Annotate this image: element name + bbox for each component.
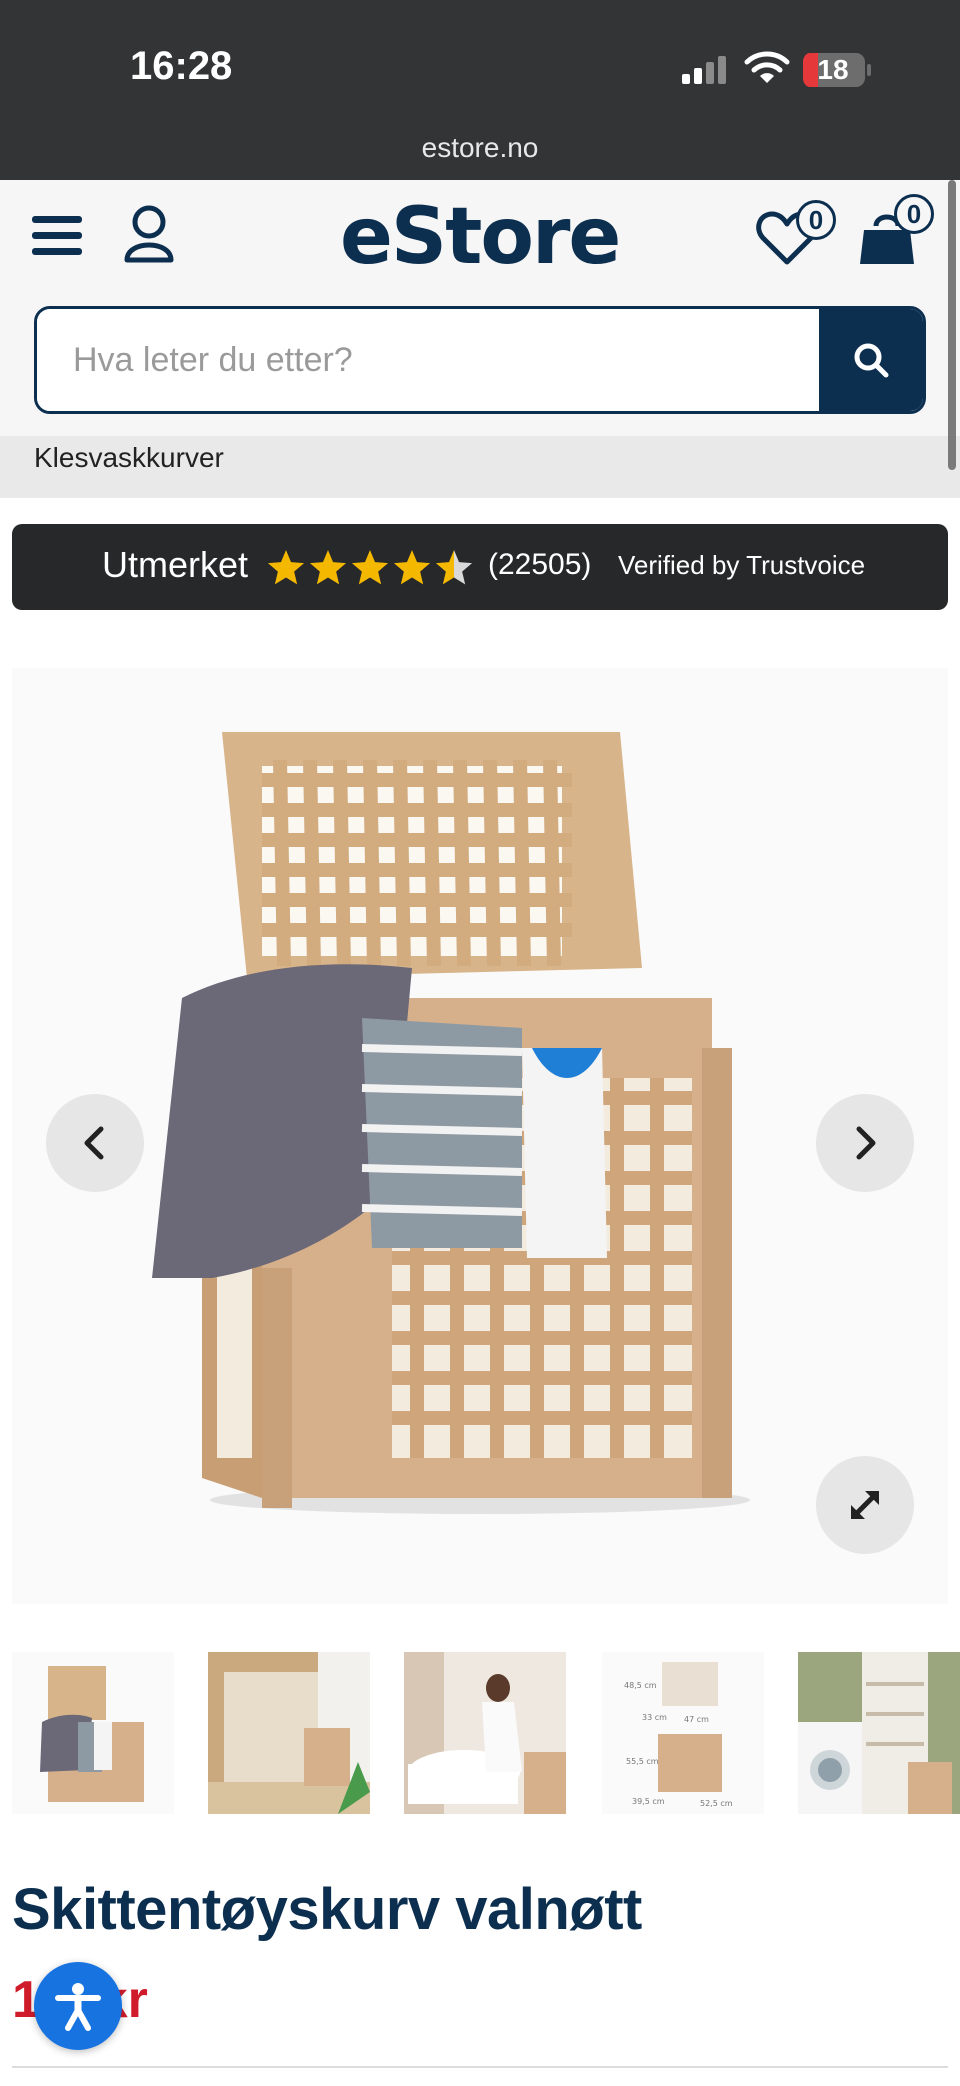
previous-image-button[interactable] — [46, 1094, 144, 1192]
rating-word: Utmerket — [102, 544, 249, 585]
dimension-label: 47 cm — [684, 1715, 709, 1724]
search-bar — [34, 306, 926, 414]
cart-count-badge: 0 — [894, 194, 934, 234]
signal-icon — [682, 56, 726, 84]
thumbnail-basket[interactable] — [12, 1652, 174, 1814]
thumbnail-dimensions[interactable]: 48,5 cm 33 cm 47 cm 55,5 cm 39,5 cm 52,5… — [602, 1652, 764, 1814]
battery-icon: 18 — [802, 52, 872, 88]
chevron-right-icon — [856, 1126, 876, 1160]
scrollbar[interactable] — [948, 180, 956, 470]
trust-rating-bar[interactable]: Utmerket (22505) Verified by Trustvoice — [12, 524, 948, 610]
dimension-label: 39,5 cm — [632, 1797, 665, 1806]
breadcrumb[interactable]: Klesvaskkurver — [34, 442, 224, 474]
rating-stars — [267, 550, 473, 585]
next-image-button[interactable] — [816, 1094, 914, 1192]
expand-icon — [851, 1491, 879, 1519]
thumbnail-bathroom[interactable] — [208, 1652, 370, 1814]
menu-icon[interactable] — [32, 214, 82, 258]
fullscreen-button[interactable] — [816, 1456, 914, 1554]
battery-level: 18 — [817, 54, 849, 85]
wishlist-count-badge: 0 — [796, 200, 836, 240]
dimension-label: 55,5 cm — [626, 1757, 659, 1766]
product-image[interactable] — [12, 668, 948, 1604]
thumbnail-laundry-room[interactable] — [798, 1652, 960, 1814]
status-bar: 16:28 18 estore.no — [0, 0, 960, 180]
dimension-label: 52,5 cm — [700, 1799, 733, 1808]
product-title: Skittentøyskurv valnøtt — [12, 1877, 642, 1942]
star-icon — [393, 550, 431, 585]
site-header: eStore 0 0 — [0, 180, 960, 436]
wifi-icon — [744, 51, 790, 83]
cart-button[interactable]: 0 — [856, 194, 936, 266]
status-time: 16:28 — [130, 44, 233, 88]
user-icon[interactable] — [122, 204, 176, 264]
url-bar[interactable]: estore.no — [0, 132, 960, 164]
search-icon — [854, 343, 889, 378]
search-button[interactable] — [819, 309, 923, 411]
review-count: (22505) — [488, 548, 592, 581]
accessibility-button[interactable] — [34, 1962, 122, 2050]
dimension-label: 33 cm — [642, 1713, 667, 1722]
star-icon — [309, 550, 347, 585]
search-input[interactable] — [37, 309, 823, 411]
star-icon — [267, 550, 305, 585]
thumbnail-woman-bathtub[interactable] — [404, 1652, 566, 1814]
verified-label: Verified by Trustvoice — [618, 550, 866, 580]
thumbnail-strip: 48,5 cm 33 cm 47 cm 55,5 cm 39,5 cm 52,5… — [12, 1652, 960, 1814]
accessibility-icon — [55, 1983, 101, 2031]
site-logo[interactable]: eStore — [340, 192, 621, 282]
star-icon — [435, 550, 473, 585]
star-icon — [351, 550, 389, 585]
chevron-left-icon — [84, 1126, 104, 1160]
dimension-label: 48,5 cm — [624, 1681, 657, 1690]
product-gallery — [12, 668, 948, 1604]
wishlist-button[interactable]: 0 — [756, 200, 838, 266]
divider — [12, 2066, 948, 2068]
